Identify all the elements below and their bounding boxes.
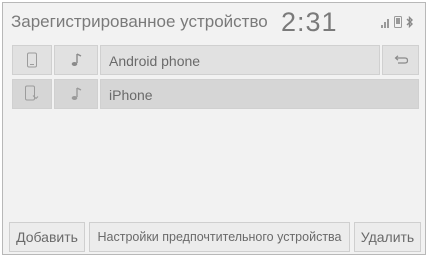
device-phone-cell[interactable]	[12, 79, 52, 109]
back-arrow-icon	[394, 55, 408, 64]
status-bar	[381, 16, 415, 30]
add-button[interactable]: Добавить	[9, 222, 85, 252]
device-audio-cell[interactable]	[54, 45, 98, 75]
device-list: Android phone iPhone	[12, 45, 419, 113]
list-item[interactable]: Android phone	[12, 45, 419, 75]
phone-icon	[394, 16, 402, 28]
device-audio-cell[interactable]	[54, 79, 98, 109]
phone-connected-icon	[25, 85, 39, 101]
list-item[interactable]: iPhone	[12, 79, 419, 109]
preferred-device-settings-button[interactable]: Настройки предпочтительного устройства	[89, 222, 350, 252]
page-title: Зарегистрированное устройство	[11, 12, 268, 31]
device-name: iPhone	[109, 87, 153, 103]
phone-icon	[27, 52, 37, 68]
head-unit-screen: Зарегистрированное устройство 2:31 Andro…	[2, 2, 426, 255]
music-note-icon	[71, 53, 82, 66]
delete-button[interactable]: Удалить	[354, 222, 421, 252]
bluetooth-icon	[406, 16, 413, 28]
back-button[interactable]	[382, 45, 419, 75]
device-name: Android phone	[109, 53, 201, 69]
header: Зарегистрированное устройство 2:31	[3, 3, 425, 43]
clock: 2:31	[281, 7, 338, 37]
device-name-button[interactable]: Android phone	[100, 45, 380, 75]
music-note-icon	[71, 87, 82, 100]
bottom-toolbar: Добавить Настройки предпочтительного уст…	[9, 222, 421, 252]
signal-icon	[381, 19, 389, 28]
device-name-button[interactable]: iPhone	[100, 79, 419, 109]
device-phone-cell[interactable]	[12, 45, 52, 75]
